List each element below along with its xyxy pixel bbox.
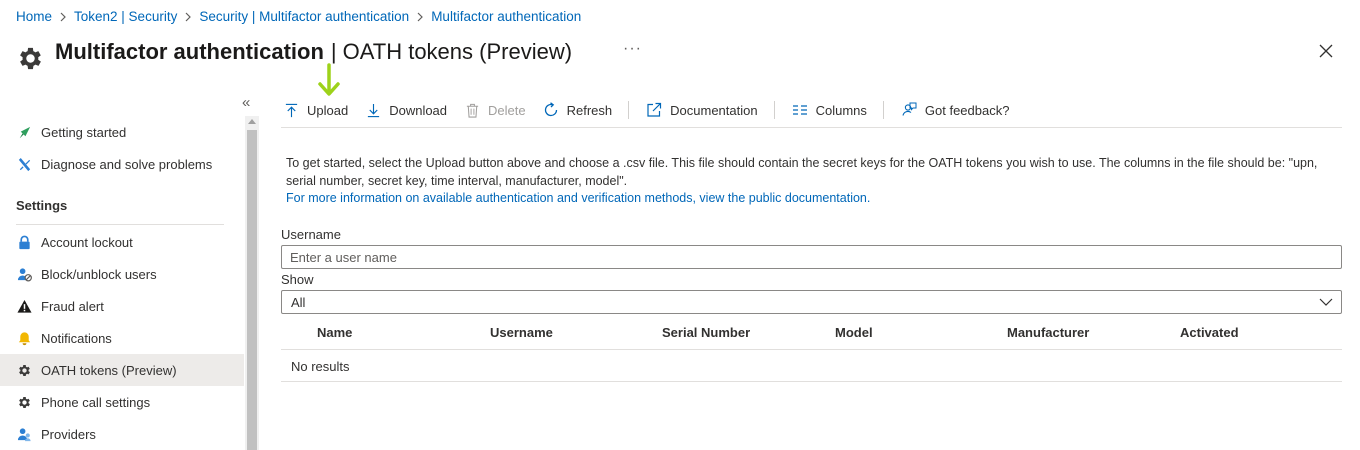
username-label: Username bbox=[281, 227, 341, 242]
column-header-serial-number[interactable]: Serial Number bbox=[662, 325, 750, 340]
toolbar-divider bbox=[628, 101, 630, 119]
chevron-right-icon bbox=[52, 9, 74, 24]
breadcrumb-home[interactable]: Home bbox=[16, 9, 52, 24]
sidebar-item-fraud-alert[interactable]: Fraud alert bbox=[0, 290, 244, 322]
title-subtitle: OATH tokens (Preview) bbox=[342, 39, 573, 64]
sidebar-item-getting-started[interactable]: Getting started bbox=[0, 116, 244, 148]
page-title: Multifactor authentication | OATH tokens… bbox=[16, 36, 573, 69]
info-message: To get started, select the Upload button… bbox=[286, 155, 1342, 208]
column-header-manufacturer[interactable]: Manufacturer bbox=[1007, 325, 1089, 340]
title-main: Multifactor authentication bbox=[55, 39, 324, 64]
sidebar-item-label: Providers bbox=[41, 426, 96, 442]
table-row: No results bbox=[281, 350, 1342, 382]
sidebar-item-notifications[interactable]: Notifications bbox=[0, 322, 244, 354]
sidebar-item-label: Phone call settings bbox=[41, 394, 151, 410]
breadcrumb-security-mfa[interactable]: Security | Multifactor authentication bbox=[199, 9, 409, 24]
arrow-down-icon bbox=[318, 63, 340, 96]
rocket-icon bbox=[16, 124, 32, 140]
download-button[interactable]: Download bbox=[364, 101, 447, 119]
sidebar-item-label: Notifications bbox=[41, 330, 112, 346]
toolbar-divider-line bbox=[281, 127, 1342, 128]
public-documentation-link[interactable]: For more information on available authen… bbox=[286, 190, 1342, 208]
show-label: Show bbox=[281, 272, 314, 287]
users-icon bbox=[16, 426, 32, 442]
toolbar-divider bbox=[773, 101, 775, 119]
collapse-sidebar-button[interactable]: « bbox=[242, 94, 250, 111]
chevron-right-icon bbox=[409, 9, 431, 24]
sidebar-item-diagnose[interactable]: Diagnose and solve problems bbox=[0, 148, 244, 180]
refresh-button[interactable]: Refresh bbox=[542, 101, 613, 119]
feedback-label: Got feedback? bbox=[924, 102, 1010, 118]
sidebar-item-label: Block/unblock users bbox=[41, 266, 157, 282]
sidebar-item-oath-tokens[interactable]: OATH tokens (Preview) bbox=[0, 354, 244, 386]
info-instructions: To get started, select the Upload button… bbox=[286, 156, 1318, 188]
columns-button[interactable]: Columns bbox=[791, 101, 867, 119]
user-block-icon bbox=[16, 266, 32, 282]
download-label: Download bbox=[389, 102, 448, 118]
breadcrumb-token2-security[interactable]: Token2 | Security bbox=[74, 9, 177, 24]
show-filter-value: All bbox=[291, 294, 306, 310]
breadcrumb-mfa[interactable]: Multifactor authentication bbox=[431, 9, 581, 24]
toolbar-divider bbox=[882, 101, 884, 119]
breadcrumb: Home Token2 | Security Security | Multif… bbox=[16, 9, 581, 24]
username-search-input[interactable] bbox=[281, 245, 1342, 269]
title-separator: | bbox=[330, 39, 337, 64]
warning-icon bbox=[16, 298, 32, 314]
feedback-button[interactable]: Got feedback? bbox=[900, 101, 1010, 119]
command-bar: Upload Download Delete Refresh Documenta… bbox=[282, 98, 1025, 122]
sidebar-item-label: OATH tokens (Preview) bbox=[41, 362, 177, 378]
sidebar-item-label: Fraud alert bbox=[41, 298, 104, 314]
documentation-label: Documentation bbox=[670, 102, 758, 118]
wrench-icon bbox=[16, 156, 32, 172]
refresh-icon bbox=[542, 101, 560, 119]
open-external-icon bbox=[645, 101, 663, 119]
sidebar-scrollbar[interactable] bbox=[245, 116, 259, 450]
sidebar-item-block-unblock[interactable]: Block/unblock users bbox=[0, 258, 244, 290]
column-header-model[interactable]: Model bbox=[835, 325, 873, 340]
column-header-username[interactable]: Username bbox=[490, 325, 553, 340]
chevron-right-icon bbox=[177, 9, 199, 24]
sidebar: Getting started Diagnose and solve probl… bbox=[0, 116, 244, 450]
close-icon[interactable] bbox=[1316, 41, 1336, 61]
column-header-name[interactable]: Name bbox=[317, 325, 352, 340]
documentation-button[interactable]: Documentation bbox=[645, 101, 758, 119]
gear-icon bbox=[16, 394, 32, 410]
columns-label: Columns bbox=[815, 102, 867, 118]
gear-icon bbox=[16, 362, 32, 378]
bell-icon bbox=[16, 330, 32, 346]
no-results-text: No results bbox=[291, 359, 350, 374]
lock-icon bbox=[16, 234, 32, 250]
more-options-button[interactable]: ··· bbox=[623, 40, 642, 58]
sidebar-section-settings: Settings bbox=[16, 197, 68, 213]
sidebar-item-account-lockout[interactable]: Account lockout bbox=[0, 226, 244, 258]
feedback-icon bbox=[900, 101, 918, 119]
sidebar-item-phone-call-settings[interactable]: Phone call settings bbox=[0, 386, 244, 418]
scroll-up-arrow-icon[interactable] bbox=[248, 119, 256, 124]
delete-button[interactable]: Delete bbox=[463, 101, 526, 119]
sidebar-divider bbox=[16, 224, 224, 225]
refresh-label: Refresh bbox=[566, 102, 613, 118]
trash-icon bbox=[463, 101, 481, 119]
sidebar-item-providers[interactable]: Providers bbox=[0, 418, 244, 450]
columns-icon bbox=[791, 101, 809, 119]
sidebar-item-label: Getting started bbox=[41, 124, 127, 140]
show-filter-dropdown[interactable]: All bbox=[281, 290, 1342, 314]
upload-label: Upload bbox=[307, 102, 349, 118]
sidebar-item-label: Account lockout bbox=[41, 234, 133, 250]
table-header: Name Username Serial Number Model Manufa… bbox=[281, 316, 1342, 350]
download-icon bbox=[364, 101, 382, 119]
delete-label: Delete bbox=[488, 102, 526, 118]
upload-button[interactable]: Upload bbox=[282, 101, 348, 119]
column-header-activated[interactable]: Activated bbox=[1180, 325, 1239, 340]
scrollbar-thumb[interactable] bbox=[247, 130, 257, 450]
chevron-down-icon bbox=[1319, 298, 1333, 306]
gear-icon bbox=[20, 47, 41, 69]
upload-icon bbox=[282, 101, 300, 119]
sidebar-item-label: Diagnose and solve problems bbox=[41, 156, 213, 172]
